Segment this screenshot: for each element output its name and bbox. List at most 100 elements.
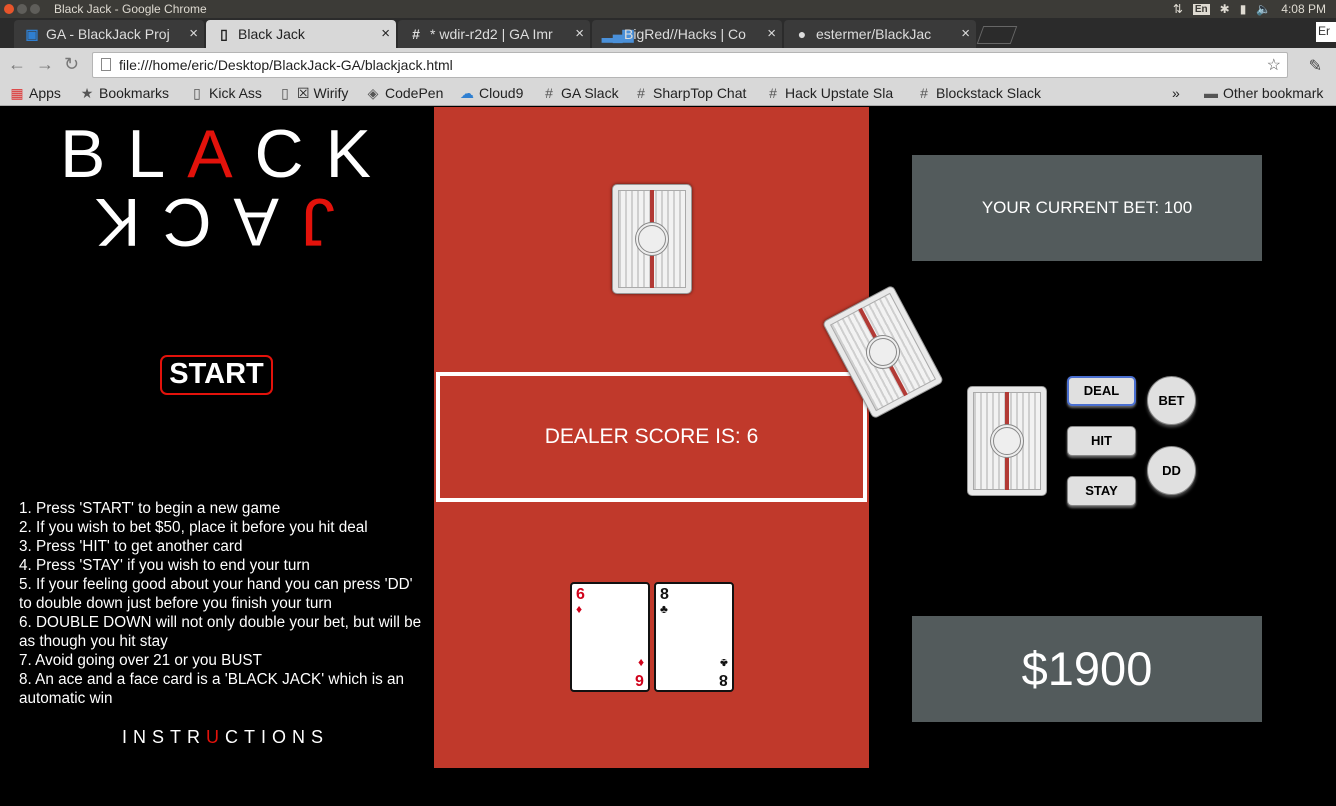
club-suit-icon: ♣ [660,602,668,616]
bluetooth-icon[interactable]: ✱ [1220,2,1230,16]
bookmark-cloud9[interactable]: ☁ Cloud9 [460,85,523,102]
tab-ga-blackjack[interactable]: ▣ GA - BlackJack Proj × [14,20,204,48]
bookmark-apps[interactable]: ▦ Apps [10,85,61,102]
window-maximize-button[interactable] [30,4,40,14]
bookmark-wirify[interactable]: ▯ ☒ Wirify [278,85,348,102]
url-text: file:///home/eric/Desktop/BlackJack-GA/b… [119,57,453,73]
close-icon[interactable]: × [381,25,390,42]
instruction-item: 7. Avoid going over 21 or you BUST [19,652,262,669]
logo-letter: L [127,116,188,192]
trello-icon: ▣ [25,26,39,42]
logo-letter: A [211,184,279,260]
bookmark-bookmarks[interactable]: ★ Bookmarks [80,85,169,102]
bookmarks-bar: ▦ Apps ★ Bookmarks ▯ Kick Ass ▯ ☒ Wirify ◈ Co… [0,82,1336,106]
star-icon: ★ [80,85,94,101]
window-close-button[interactable] [4,4,14,14]
game-table: DEALER SCORE IS: 6 6 ♦ ♦ 6 8 ♣ ♣ 8 [434,107,869,768]
logo-letter: J [278,184,335,260]
window-title: Black Jack - Google Chrome [54,2,207,16]
logo-letter: K [73,184,141,260]
instruction-item: 4. Press 'STAY' if you wish to end your … [19,557,310,574]
bookmark-sharptop[interactable]: # SharpTop Chat [634,85,746,101]
page-icon [101,58,111,71]
hit-button[interactable]: HIT [1067,426,1136,456]
blackjack-logo: BLACK JACK [60,115,371,261]
start-button[interactable]: START [160,355,273,395]
reload-icon[interactable]: ↻ [64,54,79,75]
folder-icon: ▬ [1204,85,1218,101]
bookmark-label: SharpTop Chat [653,85,747,101]
slack-icon: # [920,85,928,101]
page-icon: ▯ [193,85,201,101]
card-rank: 8 [719,671,728,688]
close-icon[interactable]: × [767,25,776,42]
tab-label: BigRed//Hacks | Co [624,26,746,42]
instructions-title-part: U [206,727,225,747]
window-minimize-button[interactable] [17,4,27,14]
logo-letter: A [187,116,255,192]
page-icon: ▯ [220,26,228,42]
bookmark-label: ☒ Wirify [297,85,349,101]
player-card: 8 ♣ ♣ 8 [654,582,734,692]
bookmark-label: Bookmarks [99,85,170,101]
address-bar[interactable]: file:///home/eric/Desktop/BlackJack-GA/b… [92,52,1288,78]
tab-wdir-slack[interactable]: # * wdir-r2d2 | GA Imr × [398,20,590,48]
extension-icon[interactable]: ✎ [1309,56,1322,76]
close-icon[interactable]: × [575,25,584,42]
os-top-bar: Black Jack - Google Chrome ⇅ En ✱ ▮ 🔈 4:… [0,0,1336,18]
instructions-title-part: CTIONS [225,727,330,747]
network-icon[interactable]: ⇅ [1173,2,1183,16]
close-icon[interactable]: × [961,25,970,42]
diamond-suit-icon: ♦ [637,656,644,670]
instructions-list: 1. Press 'START' to begin a new game 2. … [19,499,429,708]
club-suit-icon: ♣ [720,656,728,670]
apps-grid-icon: ▦ [10,85,24,101]
slack-icon: # [769,85,777,101]
instruction-item: 1. Press 'START' to begin a new game [19,500,281,517]
dealer-score: DEALER SCORE IS: 6 [436,372,867,502]
bookmark-label: GA Slack [561,85,619,101]
bookmark-blockstack[interactable]: # Blockstack Slack [917,85,1041,101]
tab-bigred-hacks[interactable]: ▂▄▆BigRed//Hacks | Co × [592,20,782,48]
bookmark-label: Apps [29,85,61,101]
tab-github[interactable]: ● estermer/BlackJac × [784,20,976,48]
bookmark-kick-ass[interactable]: ▯ Kick Ass [190,85,262,102]
dealer-hidden-card [612,184,692,294]
profile-button[interactable]: Er [1316,22,1336,42]
close-icon[interactable]: × [189,25,198,42]
volume-icon[interactable]: 🔈 [1256,2,1271,16]
logo-row-jack: JACK [60,184,370,261]
logo-letter: K [325,116,394,192]
page-icon: ▯ [281,85,289,101]
back-icon[interactable]: ← [8,54,26,75]
new-tab-button[interactable] [976,26,1018,44]
keyboard-language[interactable]: En [1192,3,1210,15]
tab-black-jack[interactable]: ▯ Black Jack × [206,20,396,48]
stay-button[interactable]: STAY [1067,476,1136,506]
logo-letter: B [60,116,128,192]
bookmark-star-icon[interactable]: ☆ [1267,55,1281,75]
double-down-button[interactable]: DD [1147,446,1196,495]
bookmark-hack-upstate[interactable]: # Hack Upstate Sla [766,85,893,101]
deal-button[interactable]: DEAL [1067,376,1136,406]
instruction-item: 8. An ace and a face card is a 'BLACK JA… [19,671,405,707]
logo-letter: C [254,116,326,192]
logo-row-black: BLACK [60,115,371,192]
battery-icon[interactable]: ▮ [1240,2,1247,16]
bet-button[interactable]: BET [1147,376,1196,425]
tab-label: GA - BlackJack Proj [46,26,170,42]
bookmark-label: Cloud9 [479,85,524,101]
tab-label: * wdir-r2d2 | GA Imr [430,26,553,42]
bookmark-codepen[interactable]: ◈ CodePen [366,85,444,102]
bookmark-other[interactable]: ▬ Other bookmark [1204,85,1323,101]
bankroll-display: $1900 [912,616,1262,722]
instruction-item: 2. If you wish to bet $50, place it befo… [19,519,368,536]
instructions-title-part: INSTR [122,727,206,747]
bookmarks-overflow-chevron-icon[interactable]: » [1172,85,1180,101]
tab-strip: ▣ GA - BlackJack Proj × ▯ Black Jack × # * … [0,18,1336,48]
player-card: 6 ♦ ♦ 6 [570,582,650,692]
bookmark-label: Hack Upstate Sla [785,85,894,101]
forward-icon[interactable]: → [36,54,54,75]
bookmark-ga-slack[interactable]: # GA Slack [542,85,619,101]
clock[interactable]: 4:08 PM [1281,2,1326,16]
